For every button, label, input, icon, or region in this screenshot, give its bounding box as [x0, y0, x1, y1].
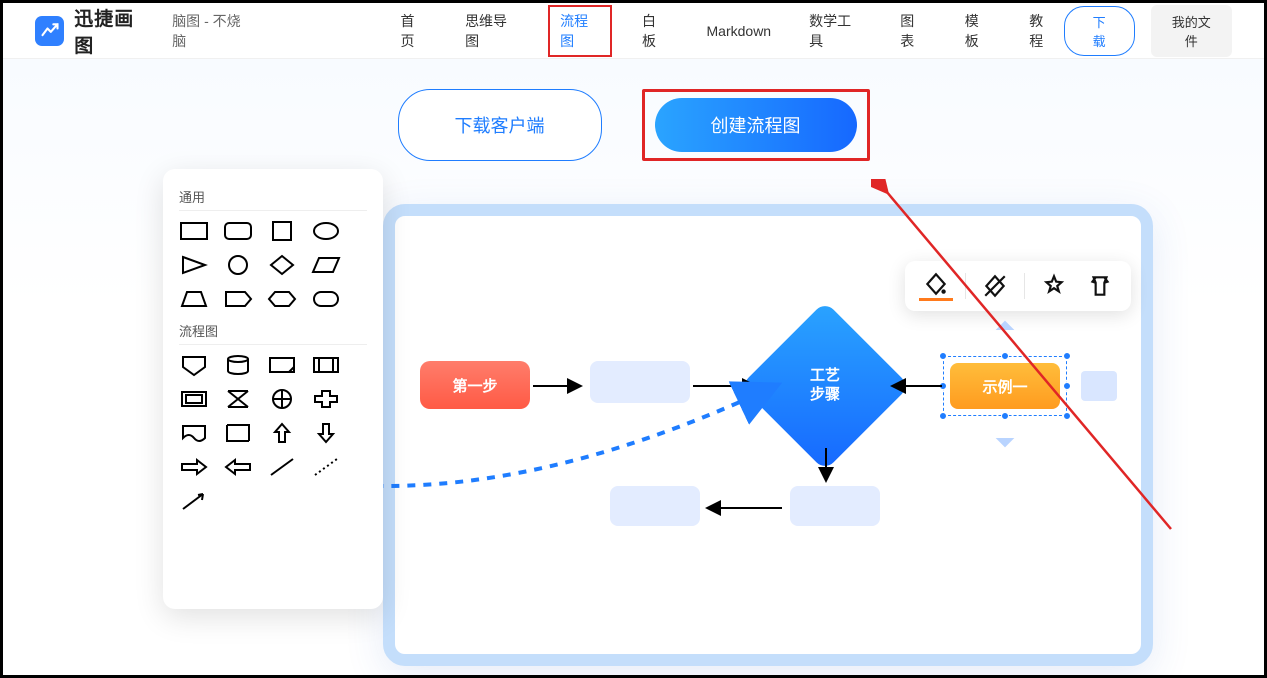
panel-section-general: 通用 [179, 187, 367, 206]
node-decision-label: 工艺 步骤 [810, 367, 840, 405]
node-blank-3[interactable] [610, 486, 700, 526]
shape-rect-icon[interactable] [179, 219, 209, 243]
extend-up-icon[interactable] [991, 316, 1019, 344]
shape-tag-icon[interactable] [223, 287, 253, 311]
nav: 首页 思维导图 流程图 白板 Markdown 数学工具 图表 模板 教程 [393, 5, 1064, 57]
selection-handle[interactable] [1063, 412, 1071, 420]
shape-cylinder-icon[interactable] [223, 353, 253, 377]
style-toolbar [905, 261, 1131, 311]
node-blank-1[interactable] [590, 361, 690, 403]
arrow-icon [887, 376, 947, 396]
nav-chart[interactable]: 图表 [892, 5, 935, 57]
brand-name: 迅捷画图 [74, 4, 152, 58]
nav-math[interactable]: 数学工具 [801, 5, 870, 57]
node-step1[interactable]: 第一步 [420, 361, 530, 409]
fill-color-button[interactable] [919, 271, 953, 301]
selection-handle[interactable] [939, 352, 947, 360]
my-files-button[interactable]: 我的文件 [1151, 5, 1232, 57]
nav-home[interactable]: 首页 [393, 5, 436, 57]
tagline: 脑图 - 不烧脑 [172, 11, 252, 51]
shape-rounded-rect-icon[interactable] [223, 219, 253, 243]
extend-right-ghost[interactable] [1081, 371, 1117, 401]
extend-down-icon[interactable] [991, 424, 1019, 452]
shape-arrow-up-icon[interactable] [267, 421, 297, 445]
shape-offpage-icon[interactable] [179, 353, 209, 377]
shape-diamond-icon[interactable] [267, 253, 297, 277]
selection-handle[interactable] [1063, 352, 1071, 360]
node-step1-label: 第一步 [452, 375, 497, 396]
shape-document-icon[interactable] [179, 421, 209, 445]
shape-triangle-icon[interactable] [179, 253, 209, 277]
annotation-highlight-box: 创建流程图 [642, 89, 870, 161]
shape-parallelogram-icon[interactable] [311, 253, 341, 277]
editor-canvas-frame: 第一步 工艺 步骤 示例一 [383, 204, 1153, 666]
eyedropper-button[interactable] [978, 271, 1012, 301]
create-flowchart-button[interactable]: 创建流程图 [655, 98, 857, 152]
header-right: 下载 我的文件 [1064, 5, 1232, 57]
selection-handle[interactable] [1063, 382, 1071, 390]
shapes-flowchart [179, 353, 367, 513]
shape-predefined-icon[interactable] [311, 353, 341, 377]
panel-section-flowchart: 流程图 [179, 321, 367, 340]
shape-arrow-left-icon[interactable] [223, 455, 253, 479]
stage: 下载客户端 创建流程图 [3, 59, 1264, 675]
header: 迅捷画图 脑图 - 不烧脑 首页 思维导图 流程图 白板 Markdown 数学… [3, 3, 1264, 59]
shape-plus-icon[interactable] [311, 387, 341, 411]
shape-hexagon-icon[interactable] [267, 287, 297, 311]
separator [965, 273, 966, 299]
shape-sum-icon[interactable] [267, 387, 297, 411]
shape-line-arrow-icon[interactable] [179, 489, 209, 513]
divider [179, 344, 367, 345]
shape-hourglass-icon[interactable] [223, 387, 253, 411]
shape-line-icon[interactable] [267, 455, 297, 479]
shape-square-icon[interactable] [267, 219, 297, 243]
arrow-icon [533, 376, 588, 396]
arrow-icon [816, 448, 836, 488]
shape-note-icon[interactable] [223, 421, 253, 445]
shape-arrow-right-icon[interactable] [179, 455, 209, 479]
editor-canvas[interactable]: 第一步 工艺 步骤 示例一 [395, 216, 1141, 654]
nav-flowchart[interactable]: 流程图 [548, 5, 612, 57]
logo[interactable]: 迅捷画图 脑图 - 不烧脑 [35, 4, 253, 58]
selection-handle[interactable] [939, 412, 947, 420]
nav-tutorial[interactable]: 教程 [1021, 5, 1064, 57]
arrow-icon [693, 376, 763, 396]
shape-arrow-down-icon[interactable] [311, 421, 341, 445]
style-preset-button[interactable] [1083, 271, 1117, 301]
nav-markdown[interactable]: Markdown [699, 17, 780, 45]
shape-frame-icon[interactable] [179, 387, 209, 411]
cta-row: 下载客户端 创建流程图 [3, 89, 1264, 161]
node-blank-2[interactable] [790, 486, 880, 526]
shape-stadium-icon[interactable] [311, 287, 341, 311]
selection-frame [943, 356, 1067, 416]
node-decision[interactable]: 工艺 步骤 [765, 326, 885, 446]
shape-dotted-line-icon[interactable] [311, 455, 341, 479]
shape-card-icon[interactable] [267, 353, 297, 377]
selection-handle[interactable] [1001, 412, 1009, 420]
shape-trapezoid-icon[interactable] [179, 287, 209, 311]
effects-button[interactable] [1037, 271, 1071, 301]
nav-whiteboard[interactable]: 白板 [634, 5, 677, 57]
shapes-general [179, 219, 367, 311]
arrow-icon [702, 498, 787, 518]
selection-handle[interactable] [1001, 352, 1009, 360]
shape-circle-icon[interactable] [223, 253, 253, 277]
shapes-panel: 通用 流程图 [163, 169, 383, 609]
separator [1024, 273, 1025, 299]
shape-ellipse-icon[interactable] [311, 219, 341, 243]
nav-mindmap[interactable]: 思维导图 [457, 5, 526, 57]
logo-icon [35, 16, 64, 46]
download-button[interactable]: 下载 [1064, 6, 1135, 56]
divider [179, 210, 367, 211]
download-client-button[interactable]: 下载客户端 [398, 89, 602, 161]
nav-templates[interactable]: 模板 [957, 5, 1000, 57]
